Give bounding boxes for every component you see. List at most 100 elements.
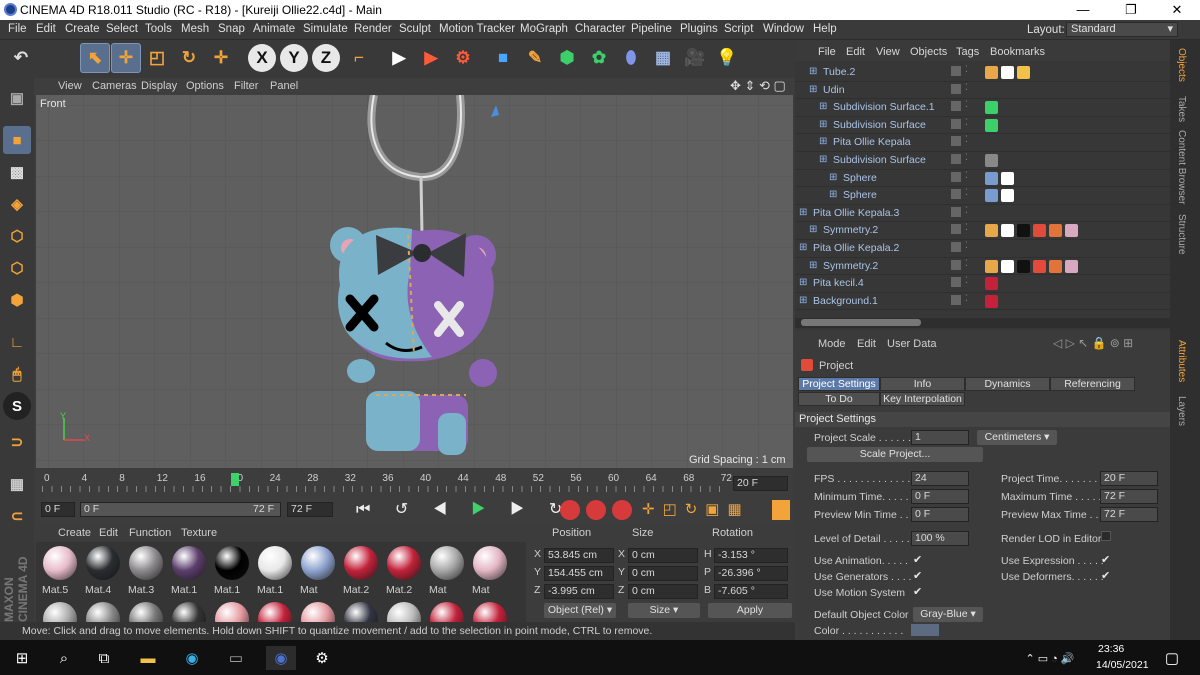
minimize-button[interactable]: — [1060, 0, 1106, 20]
attr-navigation-icons[interactable]: ◁ ▷ ↖ 🔒 ⊚ ⊞ [1053, 336, 1133, 350]
layer-toggle-icon[interactable] [951, 224, 961, 235]
pen-icon[interactable]: ✎ [520, 43, 550, 73]
viewport-menu-options[interactable]: Options [186, 80, 224, 92]
layer-toggle-icon[interactable] [951, 189, 961, 200]
size-z-field[interactable]: 0 cm [628, 584, 698, 599]
viewport-menu-view[interactable]: View [58, 80, 82, 92]
photos-app-icon[interactable]: ▭ [224, 646, 248, 670]
object-row[interactable]: ⊞ Pita Ollie Kepala ⁚ [795, 134, 1170, 152]
obj-menu-bookmarks[interactable]: Bookmarks [990, 46, 1045, 58]
deformer-icon[interactable]: ⬮ [616, 43, 646, 73]
y-axis-lock-button[interactable]: Y [280, 44, 308, 72]
viewport-menu-panel[interactable]: Panel [270, 80, 298, 92]
layer-toggle-icon[interactable] [951, 118, 961, 129]
menu-help[interactable]: Help [813, 23, 837, 35]
object-tag-icon[interactable] [985, 66, 998, 79]
object-tag-icon[interactable] [1017, 66, 1030, 79]
notification-icon[interactable]: ▢ [1160, 646, 1184, 670]
viewport-menu-display[interactable]: Display [141, 80, 177, 92]
timeline-playhead[interactable] [231, 473, 239, 486]
maximize-button[interactable]: ❐ [1108, 0, 1154, 20]
rotation-b-field[interactable]: -7.605 ° [714, 584, 788, 599]
object-tag-icon[interactable] [985, 118, 998, 132]
use-motion-system-checkbox[interactable]: ✔ [913, 585, 922, 598]
material-thumbnail[interactable]: Mat [298, 544, 338, 596]
material-thumbnail[interactable]: Mat.2 [384, 544, 424, 596]
rotation-h-field[interactable]: -3.153 ° [714, 548, 788, 563]
position-y-field[interactable]: 154.455 cm [544, 566, 614, 581]
edge-browser-icon[interactable]: ◉ [180, 646, 204, 670]
make-editable-icon[interactable]: ▣ [3, 84, 31, 112]
obj-menu-view[interactable]: View [876, 46, 900, 58]
visibility-dots-icon[interactable]: ⁚ [965, 82, 968, 93]
menu-animate[interactable]: Animate [253, 23, 295, 35]
object-tag-icon[interactable] [985, 154, 998, 167]
x-axis-lock-button[interactable]: X [248, 44, 276, 72]
mat-menu-function[interactable]: Function [129, 527, 171, 539]
visibility-dots-icon[interactable]: ⁚ [965, 99, 968, 110]
tab-dynamics[interactable]: Dynamics [965, 377, 1050, 391]
start-frame-field[interactable]: 0 F [41, 502, 75, 517]
pointer-icon[interactable]: ⬉ [80, 43, 110, 73]
material-thumbnail[interactable] [212, 600, 252, 622]
material-thumbnail[interactable]: Mat.1 [255, 544, 295, 596]
scale-icon[interactable]: ◰ [142, 43, 172, 73]
visibility-dots-icon[interactable]: ⁚ [965, 293, 968, 304]
material-thumbnail[interactable]: Mat [427, 544, 467, 596]
material-thumbnail[interactable]: Mat [470, 544, 510, 596]
object-tag-icon[interactable] [1001, 171, 1014, 185]
end-frame-field[interactable]: 72 F [287, 502, 333, 517]
attr-menu-edit[interactable]: Edit [857, 338, 876, 350]
material-thumbnail[interactable] [255, 600, 295, 622]
menu-pipeline[interactable]: Pipeline [631, 23, 672, 35]
size-mode-dropdown[interactable]: Size ▾ [628, 603, 700, 618]
object-row[interactable]: ⊞ Pita kecil.4 ⁚ [795, 275, 1170, 293]
menu-character[interactable]: Character [575, 23, 626, 35]
material-thumbnail[interactable]: Mat.4 [83, 544, 123, 596]
visibility-dots-icon[interactable]: ⁚ [965, 240, 968, 251]
polygons-mode-icon[interactable]: ⬢ [3, 286, 31, 314]
object-tag-icon[interactable] [1049, 224, 1062, 238]
render-lod-checkbox[interactable] [1101, 531, 1111, 541]
material-thumbnail[interactable] [126, 600, 166, 622]
apply-button[interactable]: Apply [708, 603, 792, 618]
material-thumbnail[interactable] [40, 600, 80, 622]
default-color-dropdown[interactable]: Gray-Blue ▾ [913, 607, 983, 622]
menu-render[interactable]: Render [354, 23, 392, 35]
object-row[interactable]: ⊞ Subdivision Surface ⁚ [795, 117, 1170, 135]
tab-info[interactable]: Info [880, 377, 965, 391]
coordinate-system-icon[interactable]: ⌐ [344, 43, 374, 73]
object-tag-icon[interactable] [985, 224, 998, 238]
render-view-icon[interactable]: ▶ [384, 43, 414, 73]
material-thumbnail[interactable]: Mat.3 [126, 544, 166, 596]
size-y-field[interactable]: 0 cm [628, 566, 698, 581]
array-icon[interactable]: ✿ [584, 43, 614, 73]
system-tray-icons[interactable]: ⌃ ▭ ◔ 🔊 [1010, 646, 1090, 670]
edges-mode-icon[interactable]: ⬡ [3, 254, 31, 282]
menu-motion-tracker[interactable]: Motion Tracker [439, 23, 515, 35]
light-icon[interactable]: 💡 [712, 43, 742, 73]
layer-toggle-icon[interactable] [951, 171, 961, 182]
redo-icon[interactable] [46, 43, 76, 73]
layer-toggle-icon[interactable] [951, 83, 961, 94]
tab-key-interpolation[interactable]: Key Interpolation [880, 392, 965, 406]
visibility-dots-icon[interactable]: ⁚ [965, 134, 968, 145]
workplane-mode-icon[interactable]: ◈ [3, 190, 31, 218]
lod-field[interactable]: 100 % [911, 531, 969, 546]
locked-workplane-icon[interactable]: ⊂ [3, 502, 31, 530]
search-icon[interactable]: ⌕ [52, 646, 76, 670]
object-tag-icon[interactable] [985, 189, 998, 203]
attr-menu-user-data[interactable]: User Data [887, 338, 937, 350]
mat-menu-edit[interactable]: Edit [99, 527, 118, 539]
layout-dropdown[interactable]: Standard ▾ [1066, 22, 1178, 37]
side-tab-objects[interactable]: Objects [1176, 48, 1187, 82]
keyframe-selection-icon[interactable] [612, 500, 632, 520]
cube-icon[interactable]: ■ [488, 43, 518, 73]
object-row[interactable]: ⊞ Symmetry.2 ⁚ [795, 222, 1170, 240]
camera-icon[interactable]: 🎥 [680, 43, 710, 73]
material-thumbnail[interactable]: Mat.1 [169, 544, 209, 596]
object-tag-icon[interactable] [1049, 259, 1062, 273]
object-tag-icon[interactable] [1001, 259, 1014, 273]
menu-mesh[interactable]: Mesh [181, 23, 209, 35]
object-tag-icon[interactable] [1033, 259, 1046, 273]
